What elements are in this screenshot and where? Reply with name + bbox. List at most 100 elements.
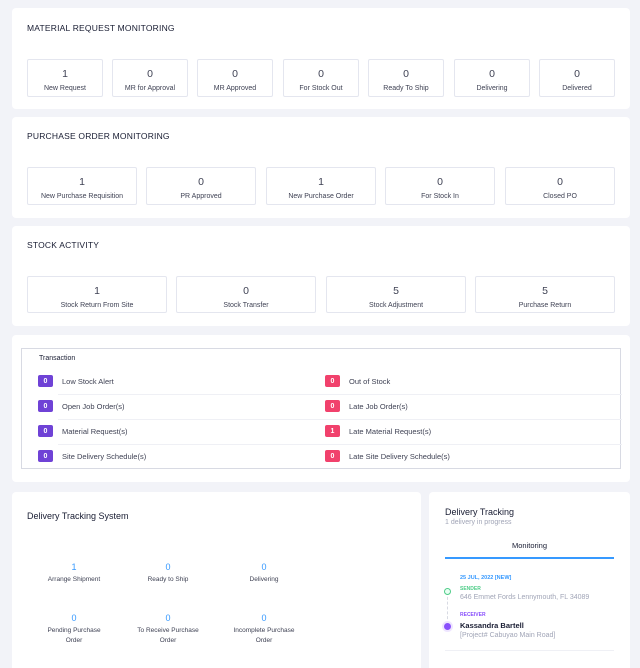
txn-label: Site Delivery Schedule(s) (62, 451, 147, 461)
dts-label: Pending Purchase Order (47, 627, 101, 644)
dts-value: 0 (165, 613, 171, 623)
purchase-order-title: PURCHASE ORDER MONITORING (27, 131, 170, 141)
receiver-project: [Project# Cabuyao Main Road] (460, 632, 556, 639)
stat-label: Stock Return From Site (60, 302, 134, 309)
tab-monitoring[interactable]: Monitoring (445, 541, 614, 550)
stat-closed-po[interactable]: 0 Closed PO (505, 167, 615, 205)
dts-value: 1 (71, 562, 77, 572)
stat-stock-adjustment[interactable]: 5 Stock Adjustment (326, 276, 466, 313)
dts-value: 0 (261, 613, 267, 623)
tab-active-indicator (445, 557, 614, 559)
stat-stock-return-from-site[interactable]: 1 Stock Return From Site (27, 276, 167, 313)
txn-label: Low Stock Alert (62, 376, 114, 386)
stat-for-stock-in[interactable]: 0 For Stock In (385, 167, 495, 205)
stat-ready-to-ship[interactable]: 0 Ready To Ship (368, 59, 444, 97)
timeline-line (447, 592, 448, 624)
count-badge: 1 (325, 425, 340, 437)
stat-value: 0 (232, 68, 238, 80)
receiver-label: RECEIVER (460, 612, 486, 618)
sender-dot-icon (444, 588, 451, 595)
txn-open-job-orders[interactable]: 0 Open Job Order(s) (38, 400, 125, 412)
stat-mr-approved[interactable]: 0 MR Approved (197, 59, 273, 97)
dts-label: Arrange Shipment (47, 576, 101, 583)
dts-delivering[interactable]: 0 Delivering (214, 562, 314, 585)
dts-value: 0 (165, 562, 171, 572)
stat-value: 0 (243, 285, 249, 297)
txn-label: Late Job Order(s) (349, 401, 408, 411)
dts-label: To Receive Purchase Order (137, 627, 199, 644)
txn-late-job-orders[interactable]: 0 Late Job Order(s) (325, 400, 408, 412)
dts-incomplete-purchase-order[interactable]: 0 Incomplete Purchase Order (214, 613, 314, 645)
txn-material-requests[interactable]: 0 Material Request(s) (38, 425, 127, 437)
stat-value: 0 (489, 68, 495, 80)
stat-label: PR Approved (180, 193, 222, 200)
count-badge: 0 (325, 450, 340, 462)
stat-label: Stock Adjustment (368, 302, 424, 309)
count-badge: 0 (38, 450, 53, 462)
stat-for-stock-out[interactable]: 0 For Stock Out (283, 59, 359, 97)
delivery-tracking-title: Delivery Tracking (445, 507, 515, 517)
dts-label: Incomplete Purchase Order (233, 627, 295, 644)
stat-label: Ready To Ship (383, 85, 429, 92)
stat-purchase-return[interactable]: 5 Purchase Return (475, 276, 615, 313)
stat-value: 1 (318, 176, 324, 188)
txn-label: Late Site Delivery Schedule(s) (349, 451, 450, 461)
stat-delivering[interactable]: 0 Delivering (454, 59, 530, 97)
stat-value: 0 (318, 68, 324, 80)
stat-new-purchase-order[interactable]: 1 New Purchase Order (266, 167, 376, 205)
txn-site-delivery-schedules[interactable]: 0 Site Delivery Schedule(s) (38, 450, 146, 462)
dts-label: Delivering (249, 576, 279, 583)
stat-label: For Stock Out (299, 85, 343, 92)
stat-value: 1 (79, 176, 85, 188)
dts-pending-purchase-order[interactable]: 0 Pending Purchase Order (24, 613, 124, 645)
divider (58, 394, 622, 395)
material-request-title: MATERIAL REQUEST MONITORING (27, 23, 175, 33)
divider (58, 419, 622, 420)
stat-mr-for-approval[interactable]: 0 MR for Approval (112, 59, 188, 97)
stat-value: 5 (393, 285, 399, 297)
transaction-title: Transaction (39, 355, 76, 362)
count-badge: 0 (38, 425, 53, 437)
stat-value: 0 (557, 176, 563, 188)
stock-activity-title: STOCK ACTIVITY (27, 240, 100, 250)
stat-label: Purchase Return (518, 302, 572, 309)
divider (58, 444, 622, 445)
stat-value: 0 (198, 176, 204, 188)
txn-label: Open Job Order(s) (62, 401, 125, 411)
dts-ready-to-ship[interactable]: 0 Ready to Ship (118, 562, 218, 585)
stat-stock-transfer[interactable]: 0 Stock Transfer (176, 276, 316, 313)
dts-value: 0 (71, 613, 77, 623)
stat-value: 0 (574, 68, 580, 80)
stat-label: New Purchase Order (288, 193, 354, 200)
stat-pr-approved[interactable]: 0 PR Approved (146, 167, 256, 205)
stat-label: For Stock In (421, 193, 459, 200)
stat-value: 1 (94, 285, 100, 297)
stat-value: 5 (542, 285, 548, 297)
delivery-tracking-subtitle: 1 delivery in progress (445, 519, 512, 526)
dts-value: 0 (261, 562, 267, 572)
txn-low-stock-alert[interactable]: 0 Low Stock Alert (38, 375, 114, 387)
txn-label: Late Material Request(s) (349, 426, 432, 436)
stat-new-request[interactable]: 1 New Request (27, 59, 103, 97)
stat-label: Stock Transfer (223, 302, 269, 309)
delivery-system-title: Delivery Tracking System (27, 511, 129, 521)
dts-to-receive-purchase-order[interactable]: 0 To Receive Purchase Order (118, 613, 218, 645)
stat-label: MR for Approval (124, 85, 176, 92)
stat-label: MR Approved (213, 85, 257, 92)
txn-out-of-stock[interactable]: 0 Out of Stock (325, 375, 390, 387)
receiver-name[interactable]: Kassandra Bartell (460, 621, 524, 630)
delivery-date: 25 JUL, 2022 [NEW] (460, 575, 512, 581)
count-badge: 0 (325, 400, 340, 412)
txn-late-site-delivery-schedules[interactable]: 0 Late Site Delivery Schedule(s) (325, 450, 450, 462)
dts-label: Ready to Ship (147, 576, 189, 583)
receiver-dot-icon (444, 623, 451, 630)
sender-label: SENDER (460, 586, 481, 592)
stat-new-purchase-requisition[interactable]: 1 New Purchase Requisition (27, 167, 137, 205)
txn-label: Material Request(s) (62, 426, 128, 436)
stat-value: 0 (147, 68, 153, 80)
dts-arrange-shipment[interactable]: 1 Arrange Shipment (24, 562, 124, 585)
sender-address: 646 Emmet Fords Lennymouth, FL 34089 (460, 594, 590, 601)
txn-late-material-requests[interactable]: 1 Late Material Request(s) (325, 425, 431, 437)
stat-delivered[interactable]: 0 Delivered (539, 59, 615, 97)
stat-label: New Purchase Requisition (40, 193, 124, 200)
